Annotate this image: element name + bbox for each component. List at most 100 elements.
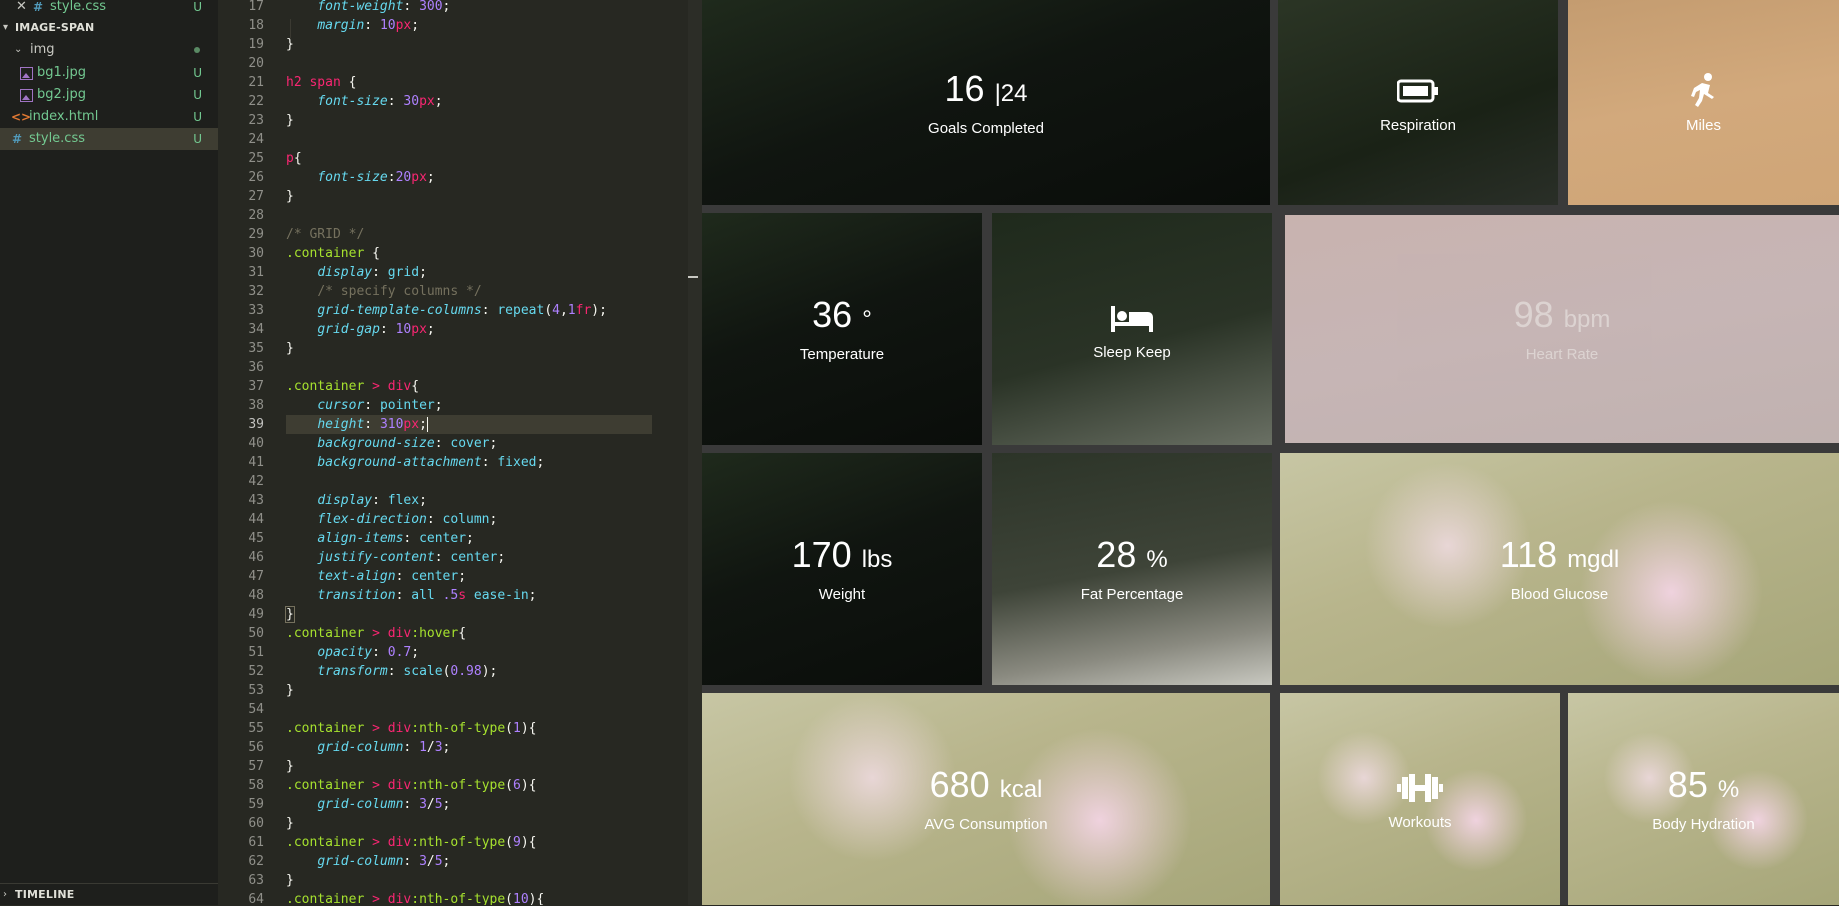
- line-number: 43: [248, 493, 264, 508]
- chevron-down-icon: ▾: [3, 22, 9, 33]
- line-number: 64: [248, 892, 264, 905]
- line-number: 37: [248, 379, 264, 394]
- tile-label: Blood Glucose: [1510, 586, 1609, 603]
- line-number: 17: [248, 0, 264, 14]
- close-icon[interactable]: ✕: [16, 0, 27, 18]
- explorer-sidebar: ✕ # style.css U ▾ IMAGE-SPAN ⌄ img bg1.j…: [0, 0, 218, 905]
- file-bg1-jpg[interactable]: bg1.jpg U: [0, 62, 218, 84]
- line-number: 49: [248, 607, 264, 622]
- tile-value: 118: [1499, 534, 1558, 575]
- line-number: 22: [248, 94, 264, 109]
- file-label: style.css: [29, 131, 85, 146]
- tile-goals-completed[interactable]: 16 |24 Goals Completed: [702, 0, 1270, 205]
- image-file-icon: [20, 89, 33, 102]
- file-style-css[interactable]: # style.css U: [0, 128, 218, 150]
- css-file-icon: #: [12, 132, 23, 146]
- file-bg2-jpg[interactable]: bg2.jpg U: [0, 84, 218, 106]
- workspace-title: IMAGE-SPAN: [15, 21, 95, 34]
- tile-avg-consumption[interactable]: 680 kcal AVG Consumption: [702, 693, 1270, 905]
- line-number: 32: [248, 284, 264, 299]
- tile-label: Respiration: [1380, 117, 1456, 134]
- page-preview: 16 |24 Goals Completed Respiration Miles…: [702, 0, 1839, 905]
- folder-img[interactable]: ⌄ img: [0, 39, 218, 61]
- tile-value: 16 |24: [945, 68, 1028, 114]
- file-index-html[interactable]: <> index.html U: [0, 106, 218, 128]
- line-number: 27: [248, 189, 264, 204]
- file-label: bg1.jpg: [37, 65, 87, 80]
- line-number: 33: [248, 303, 264, 318]
- tile-label: Temperature: [799, 346, 885, 363]
- tile-unit: bpm: [1563, 306, 1611, 333]
- tile-label: Heart Rate: [1525, 346, 1599, 363]
- line-number: 58: [248, 778, 264, 793]
- tile-label: Miles: [1685, 117, 1721, 134]
- open-editor-style-css[interactable]: ✕ # style.css U: [0, 0, 218, 18]
- file-label: index.html: [29, 109, 99, 124]
- tile-label: AVG Consumption: [924, 816, 1048, 833]
- line-number: 48: [248, 588, 264, 603]
- tile-value: 36: [812, 294, 853, 335]
- tile-temperature[interactable]: 36 ° Temperature: [702, 213, 982, 445]
- line-number: 61: [248, 835, 264, 850]
- line-number: 52: [248, 664, 264, 679]
- file-label: bg2.jpg: [37, 87, 87, 102]
- tile-workouts[interactable]: Workouts: [1280, 693, 1560, 905]
- tile-blood-glucose[interactable]: 118 mgdl Blood Glucose: [1280, 453, 1839, 685]
- line-number: 53: [248, 683, 264, 698]
- line-number: 18: [248, 18, 264, 33]
- line-number: 63: [248, 873, 264, 888]
- tile-unit: %: [1717, 776, 1740, 803]
- untracked-badge: U: [193, 0, 202, 14]
- untracked-badge: U: [193, 110, 202, 124]
- tile-unit: kcal: [999, 776, 1043, 803]
- tile-label: Fat Percentage: [1080, 586, 1184, 603]
- untracked-badge: U: [193, 66, 202, 80]
- workspace-section-header[interactable]: ▾ IMAGE-SPAN: [0, 17, 218, 39]
- scrollbar[interactable]: [688, 0, 702, 905]
- line-number: 29: [248, 227, 264, 242]
- line-number: 38: [248, 398, 264, 413]
- line-number: 23: [248, 113, 264, 128]
- open-editor-label: style.css: [50, 0, 106, 14]
- line-number: 34: [248, 322, 264, 337]
- tile-respiration[interactable]: Respiration: [1278, 0, 1558, 205]
- line-number: 39: [248, 417, 264, 432]
- modified-dot-icon: [194, 47, 200, 53]
- line-number: 31: [248, 265, 264, 280]
- tile-miles[interactable]: Miles: [1568, 0, 1839, 205]
- tile-label: Sleep Keep: [1093, 343, 1171, 361]
- line-number: 41: [248, 455, 264, 470]
- tile-heart-rate[interactable]: 98 bpm Heart Rate: [1285, 215, 1839, 443]
- line-number: 51: [248, 645, 264, 660]
- line-number: 40: [248, 436, 264, 451]
- image-file-icon: [20, 67, 33, 80]
- tile-sleep-keep[interactable]: Sleep Keep: [992, 213, 1272, 445]
- line-number: 55: [248, 721, 264, 736]
- chevron-right-icon: ›: [3, 889, 7, 900]
- running-icon: [1688, 71, 1720, 111]
- line-number: 26: [248, 170, 264, 185]
- tile-value: 98: [1513, 294, 1554, 335]
- line-number: 21: [248, 75, 264, 90]
- tile-value: 680: [929, 764, 990, 805]
- line-number: 35: [248, 341, 264, 356]
- line-number: 45: [248, 531, 264, 546]
- tile-unit: %: [1146, 546, 1168, 573]
- tile-value: 85: [1667, 764, 1708, 805]
- tile-label: Goals Completed: [928, 119, 1044, 137]
- scroll-position-marker: [688, 276, 698, 278]
- tile-body-hydration[interactable]: 85 % Body Hydration: [1568, 693, 1839, 905]
- tile-label: Body Hydration: [1652, 816, 1755, 833]
- tile-fat-percentage[interactable]: 28 % Fat Percentage: [992, 453, 1272, 685]
- timeline-section-header[interactable]: › TIMELINE: [0, 884, 218, 906]
- line-number: 54: [248, 702, 264, 717]
- line-number: 19: [248, 37, 264, 52]
- code-editor[interactable]: 17 18 19 20 21 22 23 24 25 26 27 28 29 30 31 32 33 34 35 36…: [218, 0, 702, 905]
- untracked-badge: U: [193, 88, 202, 102]
- tile-weight[interactable]: 170 lbs Weight: [702, 453, 982, 685]
- line-number: 25: [248, 151, 264, 166]
- tile-unit: °: [862, 306, 872, 333]
- line-number: 62: [248, 854, 264, 869]
- tile-unit: mgdl: [1567, 546, 1620, 573]
- dumbbell-icon: [1396, 768, 1444, 808]
